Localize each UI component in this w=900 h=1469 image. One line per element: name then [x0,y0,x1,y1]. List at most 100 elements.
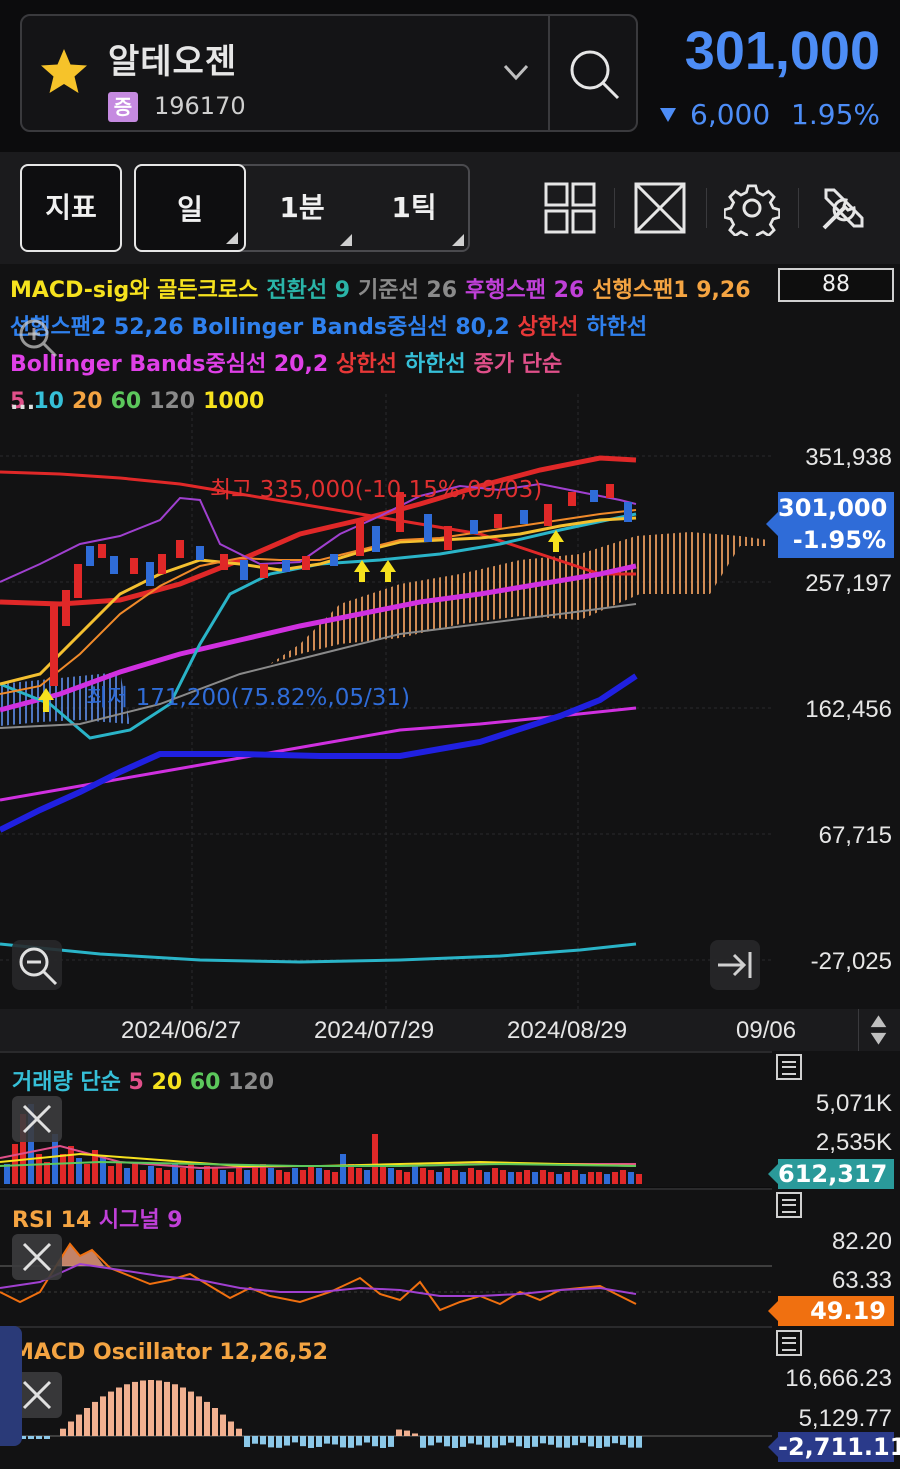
price-change-percent: 1.95% [791,98,880,131]
volume-bar [132,1164,138,1184]
indicator-button[interactable]: 지표 [20,164,122,252]
rsi-y-tick: 63.33 [831,1267,892,1294]
volume-bar [428,1170,434,1184]
down-arrow-icon [660,108,676,122]
chart-toolbar: 지표 일 1분 1틱 [0,152,900,264]
macd-bar [388,1436,394,1447]
macd-panel-title[interactable]: MACD Oscillator 12,26,52 [12,1340,328,1365]
legend-item[interactable]: 후행스팬 26 [465,278,584,303]
macd-bar [76,1414,82,1436]
period-minute-button[interactable]: 1분 [246,164,358,252]
corner-triangle-icon [226,232,238,244]
volume-bar [612,1172,618,1184]
volume-bar [220,1170,226,1184]
volume-bar [460,1172,466,1184]
gear-icon[interactable] [724,180,780,236]
volume-bar [620,1170,626,1184]
up-down-arrows-icon[interactable] [858,1009,898,1051]
macd-bar [292,1436,298,1443]
volume-bar [124,1168,130,1184]
legend-item[interactable]: 10 [33,389,64,414]
high-price-annotation: 최고 335,000(-10.15%,09/03) [210,477,543,503]
legend-item[interactable]: 120 [149,389,195,414]
legend-item[interactable]: Bollinger Bands중심선 80,2 [192,315,510,340]
period-label: 일 [177,193,203,226]
x-tick-label: 2024/07/29 [314,1017,435,1044]
legend-item[interactable]: 상한선 [518,315,579,340]
grid-layout-icon[interactable] [542,180,598,236]
macd-bar [420,1436,426,1448]
volume-bar [540,1170,546,1184]
zoom-in-icon[interactable] [12,312,62,362]
macd-bar [580,1436,586,1443]
legend-item[interactable]: 기준선 26 [358,278,457,303]
close-icon[interactable] [12,1234,62,1280]
macd-bar [228,1421,234,1436]
macd-bar [148,1380,154,1436]
volume-bar [348,1164,354,1184]
volume-bar [508,1172,514,1184]
date-axis[interactable]: 2024/06/27 2024/07/29 2024/08/29 09/06 [0,1009,900,1051]
star-icon[interactable] [38,46,90,98]
macd-bar [356,1436,362,1446]
macd-bar [28,1436,34,1439]
volume-bar [292,1168,298,1184]
legend-item[interactable]: 60 [111,389,142,414]
search-icon[interactable] [560,40,628,108]
volume-bar [100,1156,106,1184]
volume-bar [324,1170,330,1184]
macd-bar [468,1436,474,1444]
menu-icon[interactable] [776,1330,802,1356]
volume-bar [388,1168,394,1184]
volume-bar [556,1174,562,1184]
stock-name[interactable]: 알테오젠 [108,34,237,83]
legend-more[interactable]: ... [10,390,35,415]
macd-bar [236,1428,242,1436]
tools-icon[interactable] [816,180,872,236]
volume-y-tick: 5,071K [815,1090,892,1117]
expand-icon[interactable] [632,180,688,236]
scale-value-box[interactable]: 88 [778,268,894,302]
close-icon[interactable] [12,1096,62,1142]
macd-current-tag: -2,711.11 [768,1432,900,1462]
legend-item[interactable]: 하한선 [586,315,647,340]
period-day-button[interactable]: 일 [134,164,246,252]
volume-bar [412,1166,418,1184]
macd-bar [572,1436,578,1446]
period-tick-button[interactable]: 1틱 [358,164,470,252]
goto-end-icon[interactable] [710,940,760,990]
macd-bar [252,1436,258,1444]
chevron-down-icon[interactable] [500,58,532,86]
side-panel-handle[interactable] [0,1326,22,1446]
macd-y-tick: 5,129.77 [798,1405,892,1432]
legend-item[interactable]: MACD-sig와 골든크로스 [10,278,258,303]
macd-bar [596,1436,602,1448]
main-chart-legend[interactable]: MACD-sig와 골든크로스 전환선 9 기준선 26 후행스팬 26 선행스팬1 9… [10,272,790,420]
volume-y-tick: 2,535K [815,1129,892,1156]
zoom-out-icon[interactable] [12,940,62,990]
legend-item[interactable]: 20 [72,389,103,414]
macd-bar [396,1429,402,1436]
volume-bar [180,1168,186,1184]
macd-bar [188,1391,194,1436]
volume-panel-title[interactable]: 거래량 단순 5 20 60 120 [12,1064,274,1096]
macd-y-tick: 16,666.23 [785,1365,892,1392]
macd-bar [124,1384,130,1436]
legend-item[interactable]: 1000 [203,389,264,414]
macd-bar [284,1436,290,1446]
legend-item[interactable]: 선행스팬1 9,26 [592,278,750,303]
legend-item[interactable]: 하한선 [405,352,466,377]
menu-icon[interactable] [776,1054,802,1080]
macd-bar [516,1436,522,1447]
macd-bar [404,1430,410,1436]
legend-item[interactable]: 전환선 9 [266,278,350,303]
menu-icon[interactable] [776,1192,802,1218]
macd-bar [556,1436,562,1448]
legend-item[interactable]: 상한선 [336,352,397,377]
volume-bar [108,1166,114,1184]
volume-bar [244,1170,250,1184]
macd-bar [172,1384,178,1436]
volume-bar [356,1168,362,1184]
divider [548,14,550,132]
macd-bar [196,1396,202,1436]
